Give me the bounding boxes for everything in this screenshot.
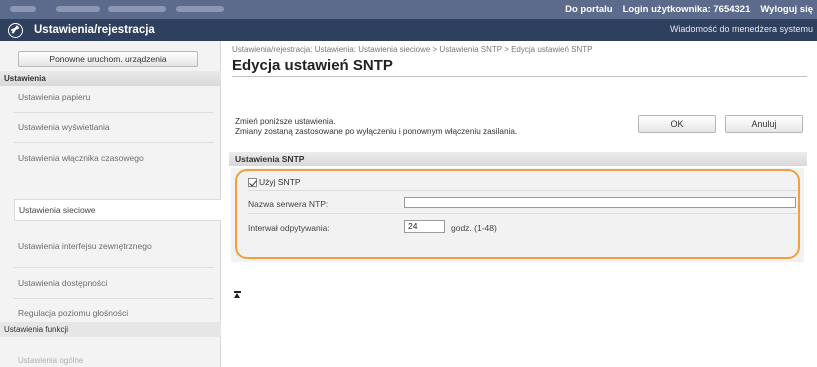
portal-link[interactable]: Do portalu — [565, 4, 613, 15]
sidebar-item-general[interactable]: Ustawienia ogólne — [18, 356, 83, 365]
ok-button[interactable]: OK — [638, 115, 716, 133]
logout-link[interactable]: Wyloguj się — [760, 4, 813, 15]
sidebar-section-settings: Ustawienia — [0, 71, 221, 86]
scroll-to-top-icon[interactable] — [234, 291, 241, 298]
sidebar-item-network[interactable]: Ustawienia sieciowe — [14, 199, 221, 221]
divider — [14, 112, 214, 113]
sidebar-section-functions: Ustawienia funkcji — [0, 322, 221, 337]
divider — [14, 142, 214, 143]
page-title: Edycja ustawień SNTP — [232, 57, 393, 74]
login-label-text: Login użytkownika: — [622, 4, 711, 15]
divider — [14, 267, 214, 268]
top-bar: Do portalu Login użytkownika: 7654321 Wy… — [0, 0, 817, 19]
breadcrumb: Ustawienia/rejestracja: Ustawienia: Usta… — [232, 45, 593, 54]
title-divider — [232, 76, 807, 77]
app-header: Ustawienia/rejestracja Wiadomość do mene… — [0, 19, 817, 41]
login-value: 7654321 — [713, 4, 751, 15]
blurred-text — [10, 6, 36, 12]
blurred-text — [56, 6, 100, 12]
sidebar-item-external-interface[interactable]: Ustawienia interfejsu zewnętrznego — [18, 231, 168, 261]
app-title: Ustawienia/rejestracja — [34, 24, 155, 36]
sidebar-item-accessibility[interactable]: Ustawienia dostępności — [18, 276, 209, 291]
main-content: Ustawienia/rejestracja: Ustawienia: Usta… — [221, 41, 817, 367]
section-sntp-settings: Ustawienia SNTP — [229, 152, 807, 166]
description-line-2: Zmiany zostaną zastosowane po wyłączeniu… — [235, 127, 518, 136]
blurred-text — [108, 6, 166, 12]
blurred-text — [176, 6, 224, 12]
cancel-button[interactable]: Anuluj — [725, 115, 803, 133]
login-label: Login użytkownika: 7654321 — [623, 4, 751, 15]
sidebar-item-timer[interactable]: Ustawienia włącznika czasowego — [18, 151, 209, 166]
sidebar-item-volume[interactable]: Regulacja poziomu głośności — [18, 306, 209, 321]
settings-registration-icon — [8, 22, 23, 38]
message-to-admin-link[interactable]: Wiadomość do menedżera systemu — [670, 24, 813, 34]
sidebar-item-display[interactable]: Ustawienia wyświetlania — [18, 120, 209, 135]
highlight-frame — [235, 169, 800, 259]
sidebar: Ponowne uruchom. urządzenia Ustawienia U… — [0, 41, 221, 367]
description-line-1: Zmień poniższe ustawienia. — [235, 117, 336, 126]
restart-device-button[interactable]: Ponowne uruchom. urządzenia — [18, 51, 198, 67]
sidebar-item-paper[interactable]: Ustawienia papieru — [18, 90, 209, 105]
divider — [14, 298, 214, 299]
